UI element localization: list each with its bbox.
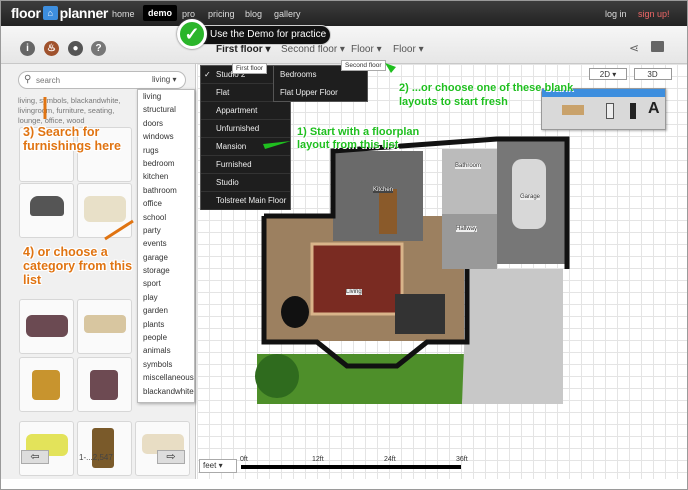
unit-select[interactable]: feet ▾ (199, 459, 237, 473)
scale-label: 12ft (312, 456, 324, 463)
arrow-4 (104, 219, 134, 241)
arrow-2 (385, 63, 396, 73)
scale-label: 0ft (240, 456, 248, 463)
scale-label: 36ft (456, 456, 468, 463)
scale-label: 24ft (384, 456, 396, 463)
arrow-1 (263, 141, 291, 149)
annotation-arrows (43, 63, 396, 241)
scale-bar (241, 465, 461, 469)
